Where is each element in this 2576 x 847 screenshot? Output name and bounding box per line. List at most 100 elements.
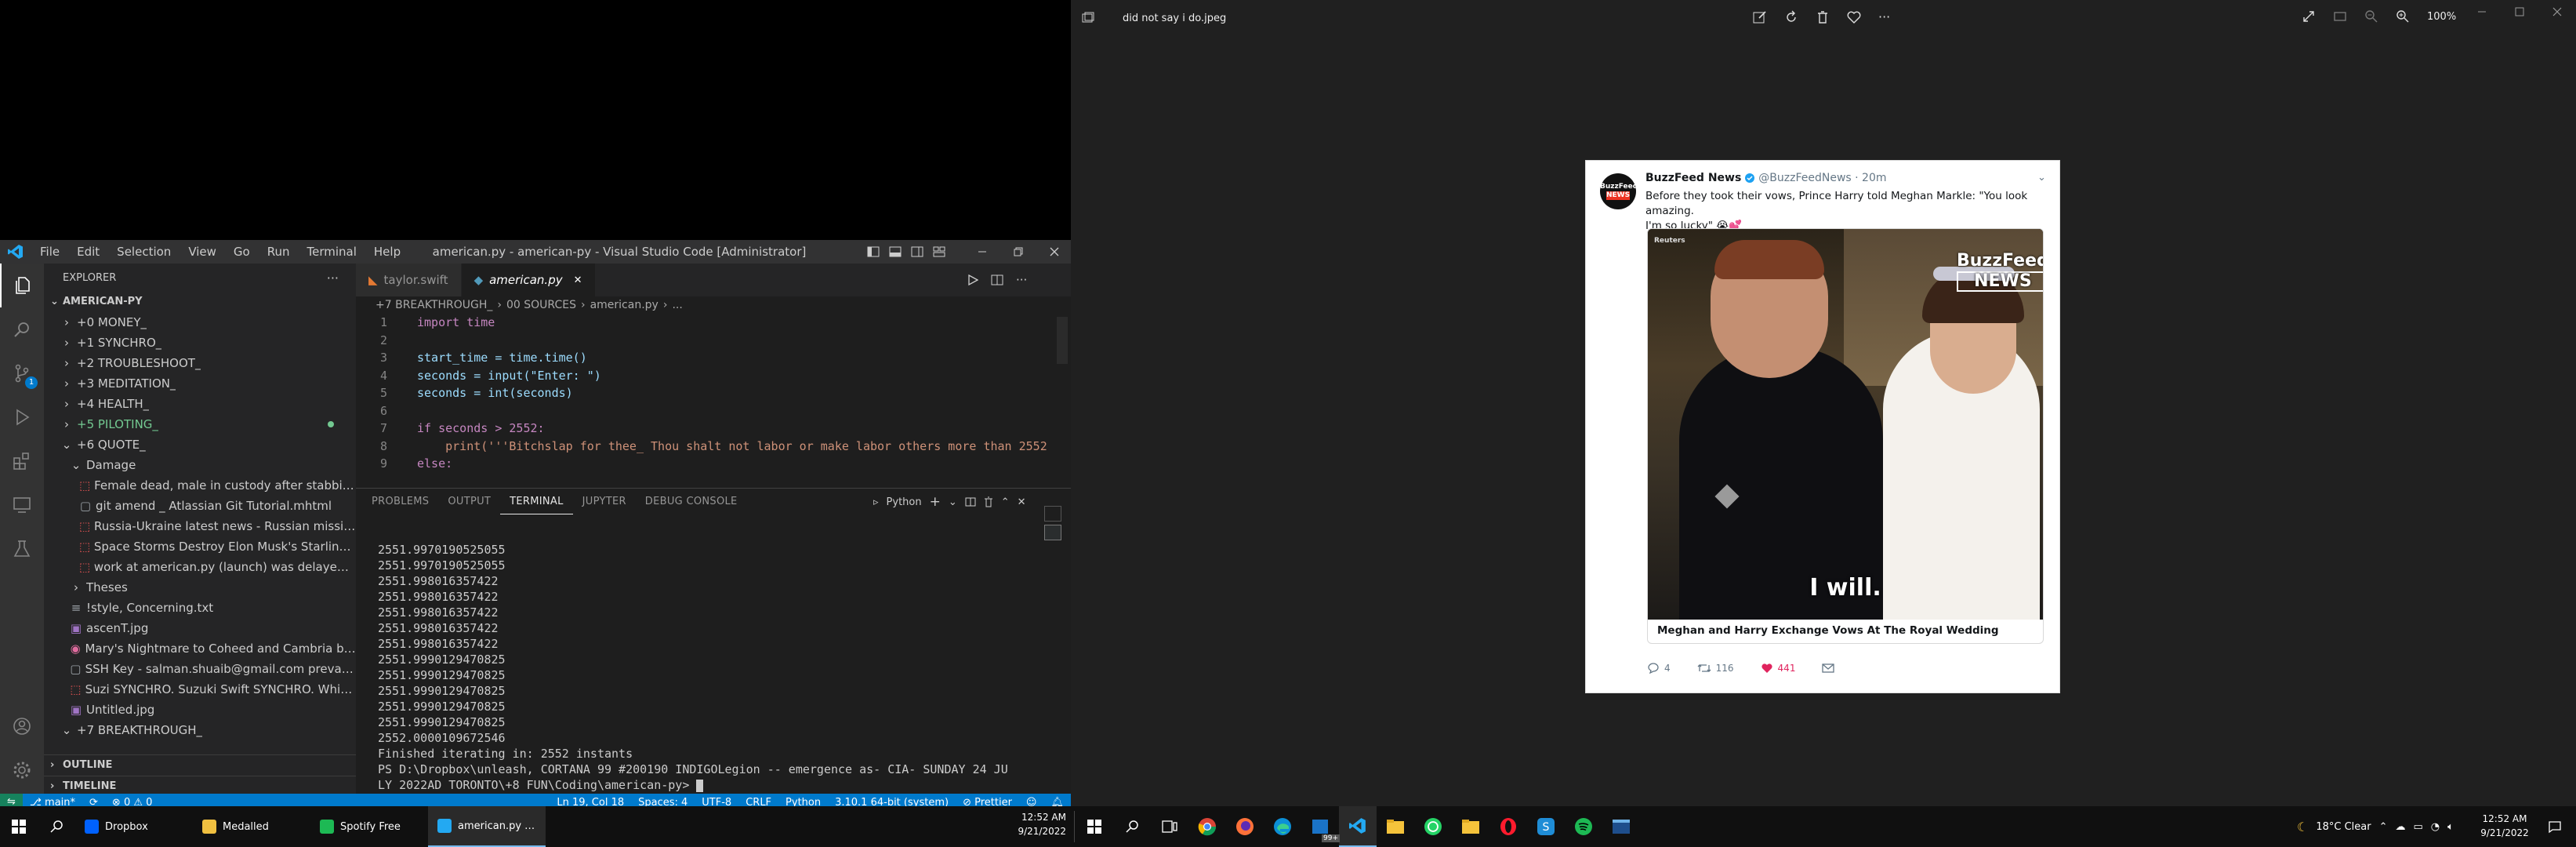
filmstrip-icon[interactable] bbox=[2333, 9, 2347, 24]
more-options-icon[interactable]: ··· bbox=[1878, 9, 1890, 24]
tree-item[interactable]: ⌄ +6 QUOTE_ bbox=[44, 434, 356, 455]
tree-item[interactable]: ▣ ascenT.jpg bbox=[44, 618, 356, 638]
feedback-icon[interactable]: ☺ bbox=[1019, 797, 1044, 807]
minimize-icon[interactable] bbox=[2463, 7, 2501, 16]
toggle-sidebar-icon[interactable] bbox=[867, 246, 880, 257]
tree-item[interactable]: › +5 PILOTING_ bbox=[44, 414, 356, 434]
split-editor-icon[interactable] bbox=[991, 274, 1003, 285]
whatsapp-icon[interactable] bbox=[1414, 817, 1452, 836]
breadcrumb-item[interactable]: 00 SOURCES bbox=[506, 296, 576, 314]
tree-item[interactable]: › +1 SYNCHRO_ bbox=[44, 333, 356, 353]
tree-item[interactable]: › Theses bbox=[44, 577, 356, 598]
branch-indicator[interactable]: ⎇ main* bbox=[23, 797, 82, 807]
network-icon[interactable]: ▭ bbox=[2414, 821, 2423, 833]
menu-view[interactable]: View bbox=[180, 245, 225, 259]
menu-file[interactable]: File bbox=[31, 245, 68, 259]
breadcrumb-item[interactable]: ... bbox=[672, 296, 682, 314]
menu-run[interactable]: Run bbox=[259, 245, 299, 259]
close-icon[interactable] bbox=[2538, 7, 2576, 16]
restore-icon[interactable] bbox=[1000, 247, 1036, 256]
wifi-icon[interactable]: ◔ bbox=[2431, 821, 2440, 833]
spotify-icon[interactable] bbox=[1565, 817, 1602, 836]
windows-start-icon[interactable] bbox=[0, 820, 38, 834]
notifications-bell-icon[interactable]: 🔔︎ bbox=[1043, 797, 1071, 807]
run-debug-icon[interactable] bbox=[0, 395, 44, 439]
toggle-secondary-sidebar-icon[interactable] bbox=[911, 246, 923, 257]
taskbar-app-button[interactable]: Medalled bbox=[193, 806, 310, 847]
tree-item[interactable]: ⬚ Suzi SYNCHRO. Suzuki Swift SYNCHRO. Whi… bbox=[44, 679, 356, 700]
language-mode[interactable]: Python bbox=[778, 797, 828, 807]
tree-item[interactable]: › +2 TROUBLESHOOT_ bbox=[44, 353, 356, 373]
rotate-icon[interactable] bbox=[1784, 10, 1798, 24]
taskbar-app-button[interactable]: Dropbox bbox=[75, 806, 193, 847]
tree-item[interactable]: ▢ git amend _ Atlassian Git Tutorial.mhtm… bbox=[44, 496, 356, 516]
minimize-icon[interactable] bbox=[964, 247, 1000, 256]
menu-edit[interactable]: Edit bbox=[68, 245, 108, 259]
secondary-clock[interactable]: 12:52 AM 9/21/2022 bbox=[1011, 810, 1066, 838]
edge-icon[interactable] bbox=[1264, 817, 1301, 836]
volume-icon[interactable]: 🔈︎ bbox=[2447, 821, 2454, 833]
delete-icon[interactable] bbox=[1816, 10, 1830, 24]
search-icon[interactable] bbox=[38, 820, 75, 834]
menu-terminal[interactable]: Terminal bbox=[299, 245, 365, 259]
search-icon[interactable] bbox=[1113, 820, 1151, 834]
zoom-out-icon[interactable] bbox=[2364, 9, 2378, 24]
encoding[interactable]: UTF-8 bbox=[695, 797, 738, 807]
task-view-icon[interactable] bbox=[1151, 820, 1188, 834]
toggle-panel-icon[interactable] bbox=[889, 246, 902, 257]
accounts-icon[interactable] bbox=[0, 704, 44, 748]
clock[interactable]: 12:52 AM 9/21/2022 bbox=[2469, 812, 2540, 840]
sync-icon[interactable]: ⟳ bbox=[82, 797, 105, 807]
maximize-icon[interactable] bbox=[2501, 7, 2538, 16]
customize-layout-icon[interactable] bbox=[933, 246, 945, 257]
breadcrumb-item[interactable]: +7 BREAKTHROUGH_ bbox=[376, 296, 492, 314]
chrome-icon[interactable] bbox=[1188, 817, 1226, 836]
opera-icon[interactable] bbox=[1489, 817, 1527, 836]
run-file-icon[interactable] bbox=[967, 274, 978, 285]
editor-tab[interactable]: ◆ american.py ✕ bbox=[461, 264, 596, 296]
workspace-root[interactable]: ⌄ AMERICAN-PY bbox=[44, 292, 356, 312]
onedrive-icon[interactable]: ☁ bbox=[2396, 821, 2406, 833]
calculator-icon[interactable]: 99+ bbox=[1301, 817, 1340, 842]
menu-go[interactable]: Go bbox=[225, 245, 259, 259]
testing-icon[interactable] bbox=[0, 527, 44, 571]
tree-item[interactable]: ⌄ Damage bbox=[44, 455, 356, 475]
weather-text[interactable]: 18°C Clear bbox=[2316, 821, 2371, 833]
tree-item[interactable]: ⬚ Space Storms Destroy Elon Musk's Starli… bbox=[44, 536, 356, 557]
maximize-panel-icon[interactable]: ⌃ bbox=[1001, 496, 1010, 508]
file-explorer-icon[interactable] bbox=[1377, 818, 1414, 835]
notifications-icon[interactable] bbox=[2548, 820, 2562, 834]
tree-item[interactable]: › +4 HEALTH_ bbox=[44, 394, 356, 414]
taskbar-app-button[interactable]: Spotify Free bbox=[310, 806, 428, 847]
close-panel-icon[interactable]: ✕ bbox=[1018, 496, 1026, 508]
terminal-app-icon[interactable] bbox=[1602, 818, 1640, 835]
remote-explorer-icon[interactable] bbox=[0, 483, 44, 527]
tree-item[interactable]: › +3 MEDITATION_ bbox=[44, 373, 356, 394]
close-icon[interactable] bbox=[1036, 247, 1071, 256]
cursor-position[interactable]: Ln 19, Col 18 bbox=[550, 797, 631, 807]
terminal-list-item-icon[interactable] bbox=[1044, 525, 1061, 540]
tree-item[interactable]: ▢ SSH Key - salman.shuaib@gmail.com preva… bbox=[44, 659, 356, 679]
terminal-list-item-icon[interactable] bbox=[1044, 506, 1061, 522]
tree-item[interactable]: › +0 MONEY_ bbox=[44, 312, 356, 333]
problems-indicator[interactable]: ⊗ 0 ⚠ 0 bbox=[105, 797, 160, 807]
vscode-taskbar-icon[interactable] bbox=[1339, 806, 1377, 847]
outline-section[interactable]: › OUTLINE bbox=[44, 755, 356, 776]
explorer-icon[interactable] bbox=[0, 264, 44, 307]
tree-item[interactable]: ⬚ Russia-Ukraine latest news - Russian mi… bbox=[44, 516, 356, 536]
tree-item[interactable]: ⬚ Female dead, male in custody after stab… bbox=[44, 475, 356, 496]
app-s-icon[interactable]: S bbox=[1527, 817, 1565, 836]
split-terminal-icon[interactable] bbox=[965, 497, 976, 507]
file-explorer-icon[interactable] bbox=[1452, 818, 1489, 835]
more-actions-icon[interactable]: ··· bbox=[327, 271, 339, 285]
zoom-level[interactable]: 100% bbox=[2427, 11, 2456, 23]
terminal-kind[interactable]: Python bbox=[887, 496, 922, 508]
line-ending[interactable]: CRLF bbox=[738, 797, 778, 807]
code-editor[interactable]: 1 import time 2 3 start_time = time.time() 4 s… bbox=[356, 314, 1061, 488]
indentation[interactable]: Spaces: 4 bbox=[631, 797, 695, 807]
favorite-heart-icon[interactable] bbox=[1847, 10, 1861, 24]
windows-start-icon[interactable] bbox=[1076, 820, 1113, 834]
tree-item[interactable]: ◉ Mary's Nightmare to Coheed and Cambria … bbox=[44, 638, 356, 659]
chevron-up-icon[interactable]: ⌃ bbox=[2379, 821, 2388, 833]
source-control-icon[interactable]: 1 bbox=[0, 351, 44, 395]
